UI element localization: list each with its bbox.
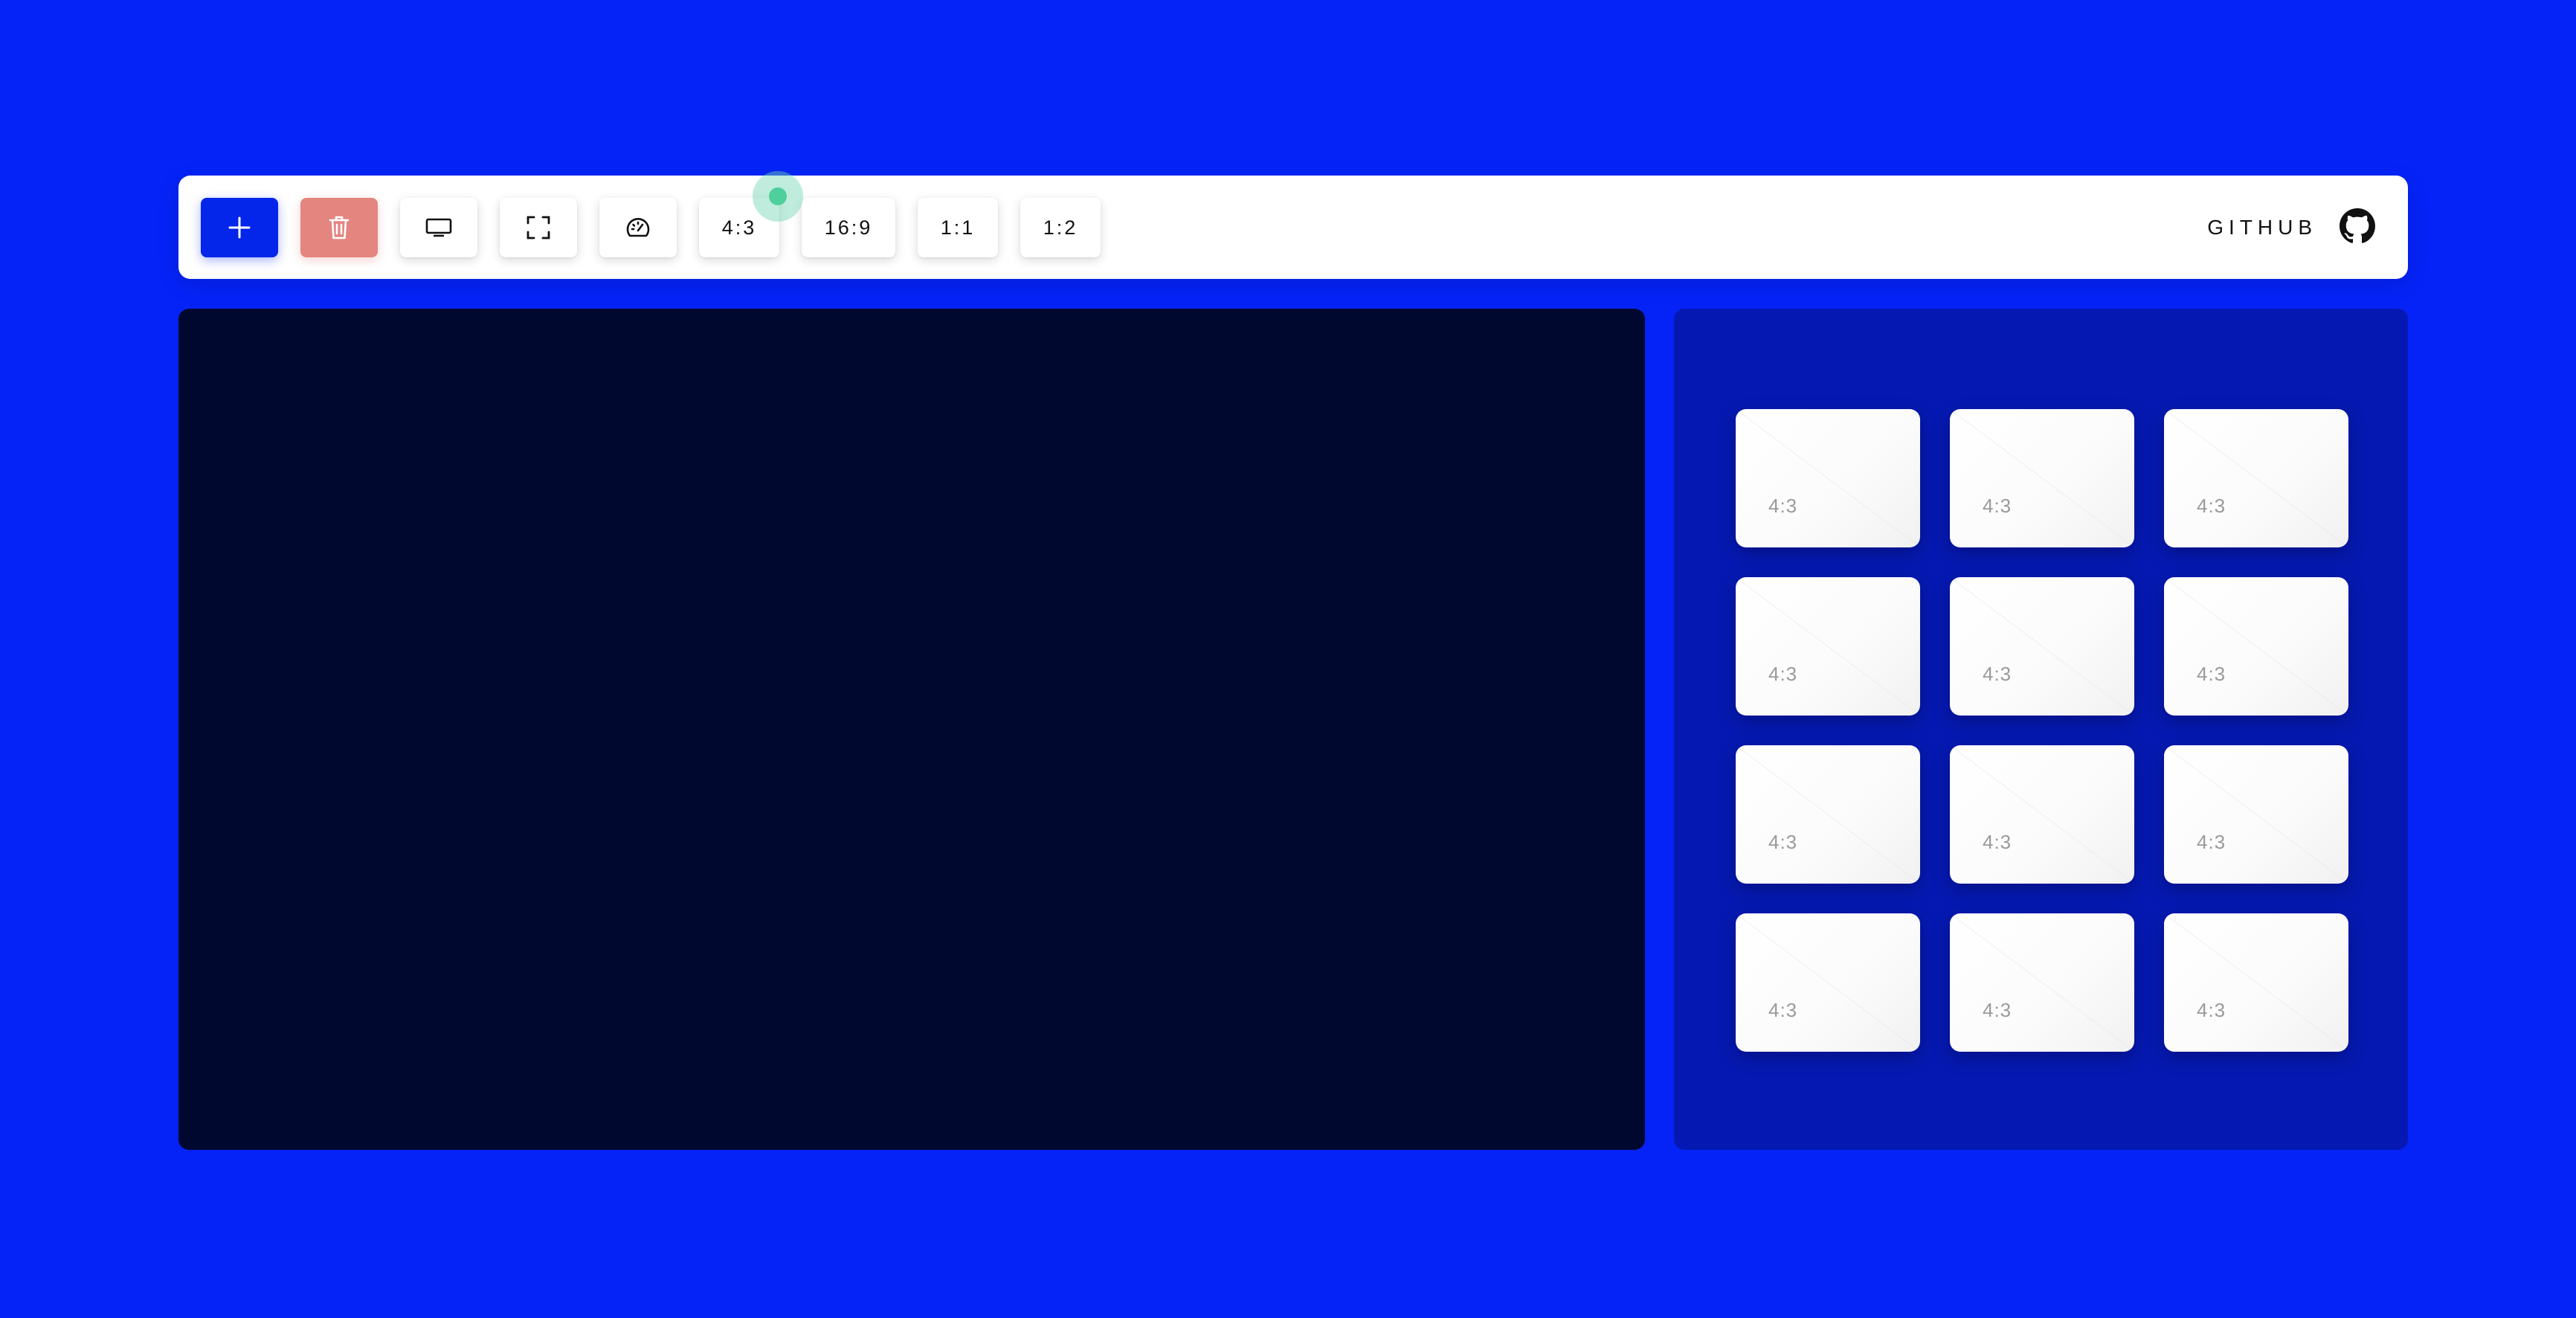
card-label: 4:3 xyxy=(2197,999,2226,1021)
fullscreen-button[interactable] xyxy=(500,198,577,257)
ratio-1-1-label: 1:1 xyxy=(940,216,976,239)
card-label: 4:3 xyxy=(2197,831,2226,853)
card-label: 4:3 xyxy=(1768,999,1798,1021)
ratio-4-3-label: 4:3 xyxy=(721,216,757,239)
card-label: 4:3 xyxy=(1768,495,1798,517)
ratio-card[interactable]: 4:3 xyxy=(1950,745,2134,884)
ratio-16-9-button[interactable]: 16:9 xyxy=(802,198,895,257)
ratio-card[interactable]: 4:3 xyxy=(2164,745,2348,884)
card-label: 4:3 xyxy=(1983,999,2012,1021)
speed-button[interactable] xyxy=(599,198,677,257)
card-label: 4:3 xyxy=(1768,663,1798,685)
github-label: GITHUB xyxy=(2207,216,2317,239)
card-label: 4:3 xyxy=(1983,663,2012,685)
card-label: 4:3 xyxy=(2197,663,2226,685)
ratio-1-1-button[interactable]: 1:1 xyxy=(918,198,998,257)
ratio-card[interactable]: 4:3 xyxy=(1736,745,1920,884)
trash-icon xyxy=(328,215,350,240)
ratio-card[interactable]: 4:3 xyxy=(1950,913,2134,1052)
ratio-card[interactable]: 4:3 xyxy=(1736,577,1920,716)
ratio-4-3-button[interactable]: 4:3 xyxy=(699,198,779,257)
plus-icon xyxy=(227,215,252,240)
ratio-card[interactable]: 4:3 xyxy=(2164,409,2348,547)
ratio-card[interactable]: 4:3 xyxy=(1950,409,2134,547)
ratio-1-2-label: 1:2 xyxy=(1043,216,1078,239)
ratio-card[interactable]: 4:3 xyxy=(1736,409,1920,547)
fullscreen-icon xyxy=(526,215,551,240)
card-grid: 4:3 4:3 4:3 4:3 4:3 4:3 4:3 4:3 4:3 4:3 … xyxy=(1736,409,2348,1052)
ratio-card[interactable]: 4:3 xyxy=(1736,913,1920,1052)
github-link[interactable]: GITHUB xyxy=(2207,205,2375,250)
ratio-1-2-button[interactable]: 1:2 xyxy=(1020,198,1101,257)
ratio-card[interactable]: 4:3 xyxy=(2164,577,2348,716)
speedometer-icon xyxy=(625,216,651,239)
monitor-icon xyxy=(425,217,452,238)
card-label: 4:3 xyxy=(1983,495,2012,517)
add-button[interactable] xyxy=(201,198,278,257)
ratio-card[interactable]: 4:3 xyxy=(1950,577,2134,716)
card-label: 4:3 xyxy=(2197,495,2226,517)
ratio-panel: 4:3 4:3 4:3 4:3 4:3 4:3 4:3 4:3 4:3 4:3 … xyxy=(1674,309,2408,1150)
display-button[interactable] xyxy=(400,198,477,257)
ratio-16-9-label: 16:9 xyxy=(824,216,873,239)
delete-button[interactable] xyxy=(300,198,378,257)
toolbar: 4:3 16:9 1:1 1:2 GITHUB xyxy=(178,171,2408,279)
card-label: 4:3 xyxy=(1983,831,2012,853)
github-icon xyxy=(2340,208,2375,248)
main-canvas[interactable] xyxy=(178,309,1645,1150)
card-label: 4:3 xyxy=(1768,831,1798,853)
ratio-card[interactable]: 4:3 xyxy=(2164,913,2348,1052)
